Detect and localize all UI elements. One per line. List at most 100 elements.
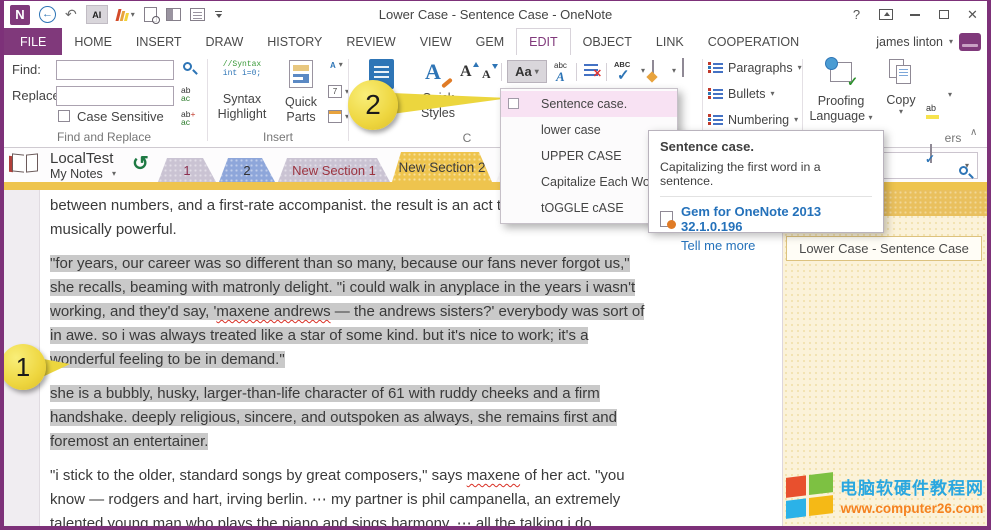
onenote-logo-icon[interactable]: N bbox=[10, 5, 30, 25]
notebook-icon[interactable] bbox=[12, 154, 38, 174]
ribbon-collapse-icon[interactable]: ∧ bbox=[970, 127, 977, 138]
copy-label: Copy bbox=[886, 93, 915, 108]
style-list-icon: A bbox=[330, 62, 336, 69]
qat-customize-icon[interactable] bbox=[214, 11, 224, 19]
chevron-down-icon: ▾ bbox=[869, 113, 873, 122]
onenote-window: N ← ↶ AI ▾ Lower Case - Sentence Case - … bbox=[0, 0, 991, 530]
window-controls: ? ✕ bbox=[842, 2, 987, 28]
case-sensitive-label: Case Sensitive bbox=[77, 109, 164, 124]
chevron-down-icon: ▾ bbox=[131, 11, 135, 19]
back-icon[interactable]: ← bbox=[39, 6, 56, 23]
green-check-glyph: ✓ bbox=[847, 74, 858, 90]
replace-icon[interactable]: ab ac bbox=[181, 86, 190, 102]
window-border-top bbox=[0, 0, 991, 1]
numbering-button[interactable]: Numbering ▾ bbox=[708, 113, 798, 127]
section-tab-new-section-2-active[interactable]: New Section 2 bbox=[392, 152, 492, 182]
tell-me-more-link[interactable]: Tell me more bbox=[681, 238, 872, 253]
side-panel-icon[interactable] bbox=[166, 8, 181, 21]
nav-back-icon[interactable]: ↺ bbox=[132, 151, 149, 176]
calendar-button[interactable]: 7 ▾ bbox=[328, 85, 349, 98]
paragraphs-icon bbox=[708, 62, 723, 75]
tooltip-title: Sentence case. bbox=[660, 139, 872, 154]
text-cursor-icon[interactable]: AI bbox=[86, 5, 108, 24]
note-content[interactable]: between numbers, and a first-rate accomp… bbox=[50, 194, 650, 530]
window-border-bottom bbox=[0, 526, 991, 530]
tab-insert[interactable]: INSERT bbox=[124, 28, 194, 55]
tab-cooperation[interactable]: COOPERATION bbox=[696, 28, 811, 55]
callout-2-number: 2 bbox=[348, 80, 398, 130]
quick-parts-icon bbox=[289, 60, 313, 88]
change-case-button[interactable]: Aa ▾ bbox=[507, 60, 547, 83]
account-area[interactable]: james linton ▾ bbox=[876, 28, 987, 55]
syntax-highlight-label: Syntax Highlight bbox=[212, 92, 272, 122]
tab-draw[interactable]: DRAW bbox=[194, 28, 256, 55]
undo-icon[interactable]: ↶ bbox=[65, 6, 77, 23]
section-tab-new-section-1[interactable]: New Section 1 bbox=[278, 158, 390, 182]
tooltip-description: Capitalizing the first word in a sentenc… bbox=[660, 160, 872, 188]
paragraph-selected[interactable]: "for years, our career was so different … bbox=[50, 252, 650, 372]
paragraphs-label: Paragraphs bbox=[728, 61, 793, 75]
case-sensitive-checkbox[interactable] bbox=[58, 110, 70, 122]
notebook-name[interactable]: LocalTest bbox=[50, 150, 113, 167]
ribbon-display-options-button[interactable] bbox=[871, 2, 900, 28]
print-preview-icon[interactable] bbox=[144, 7, 157, 22]
tab-review[interactable]: REVIEW bbox=[334, 28, 407, 55]
style-sort-button[interactable]: A ▾ bbox=[330, 61, 343, 69]
chevron-down-icon: ▾ bbox=[339, 61, 343, 69]
paragraph[interactable]: "i stick to the older, standard songs by… bbox=[50, 464, 650, 530]
grow-font-caret bbox=[473, 62, 479, 67]
shrink-font-icon[interactable]: A bbox=[482, 67, 491, 82]
abc-format-icon[interactable]: abc A bbox=[554, 61, 572, 81]
tab-home[interactable]: HOME bbox=[62, 28, 124, 55]
tab-gem[interactable]: GEM bbox=[464, 28, 516, 55]
change-case-label: Aa bbox=[515, 64, 532, 79]
pens-button[interactable]: ▾ bbox=[117, 9, 135, 21]
help-button[interactable]: ? bbox=[842, 2, 871, 28]
menu-item-label: Sentence case. bbox=[541, 97, 627, 111]
notebooks-dropdown-icon[interactable]: ▾ bbox=[112, 170, 116, 178]
close-button[interactable]: ✕ bbox=[958, 2, 987, 28]
find-label: Find: bbox=[12, 62, 41, 77]
full-page-view-icon[interactable] bbox=[190, 8, 205, 21]
notebook-subtitle[interactable]: My Notes bbox=[50, 167, 103, 181]
tab-view[interactable]: VIEW bbox=[408, 28, 464, 55]
select-check-icon[interactable]: ✓ bbox=[930, 144, 932, 163]
copy-button[interactable]: Copy ▾ bbox=[878, 59, 924, 116]
avatar[interactable] bbox=[959, 33, 981, 51]
minimize-button[interactable] bbox=[900, 2, 929, 28]
bullets-button[interactable]: Bullets ▾ bbox=[708, 87, 775, 101]
quick-parts-button[interactable]: Quick Parts bbox=[276, 60, 326, 125]
highlight-icon[interactable]: ab bbox=[926, 103, 944, 119]
replace-all-icon[interactable]: ab+ ac bbox=[181, 110, 195, 126]
tab-object[interactable]: OBJECT bbox=[571, 28, 644, 55]
grow-font-icon[interactable]: A bbox=[460, 63, 472, 81]
syntax-highlight-button[interactable]: //Syntax int i=0; Syntax Highlight bbox=[212, 60, 272, 122]
chevron-down-icon[interactable]: ▾ bbox=[672, 67, 676, 75]
ruled-lines-icon[interactable] bbox=[682, 58, 684, 77]
syntax-code-icon: //Syntax int i=0; bbox=[223, 60, 261, 78]
tab-history[interactable]: HISTORY bbox=[255, 28, 334, 55]
replace-input[interactable] bbox=[56, 86, 174, 106]
red-x-glyph: ✕ bbox=[593, 67, 602, 80]
pens-icon bbox=[117, 9, 128, 21]
remove-list-formatting-icon[interactable]: ✕ bbox=[584, 63, 600, 78]
tab-file[interactable]: FILE bbox=[4, 28, 62, 55]
proofing-language-icon: ✓ bbox=[826, 59, 856, 86]
table-button[interactable]: ▾ bbox=[328, 110, 349, 123]
spelling-icon[interactable]: ABC ✓ bbox=[614, 60, 636, 82]
blue-check-glyph: ✓ bbox=[925, 152, 935, 166]
tooltip-product-name: Gem for OneNote 2013 32.1.0.196 bbox=[681, 204, 872, 234]
chevron-down-icon: ▾ bbox=[771, 90, 775, 98]
proofing-language-button[interactable]: ✓ Proofing Language ▾ bbox=[808, 59, 874, 124]
partial-group-label: C bbox=[459, 131, 475, 145]
maximize-button[interactable] bbox=[929, 2, 958, 28]
paragraph-selected[interactable]: she is a bubbly, husky, larger-than-life… bbox=[50, 382, 650, 454]
translate-icon[interactable] bbox=[652, 60, 654, 79]
tab-link[interactable]: LINK bbox=[644, 28, 696, 55]
find-input[interactable] bbox=[56, 60, 174, 80]
paragraphs-button[interactable]: Paragraphs ▾ bbox=[708, 61, 802, 75]
menu-item-sentence-case[interactable]: Sentence case. bbox=[501, 91, 677, 117]
chevron-down-icon[interactable]: ▾ bbox=[641, 67, 645, 75]
chevron-down-icon[interactable]: ▾ bbox=[948, 91, 952, 99]
tab-edit[interactable]: EDIT bbox=[516, 28, 570, 55]
